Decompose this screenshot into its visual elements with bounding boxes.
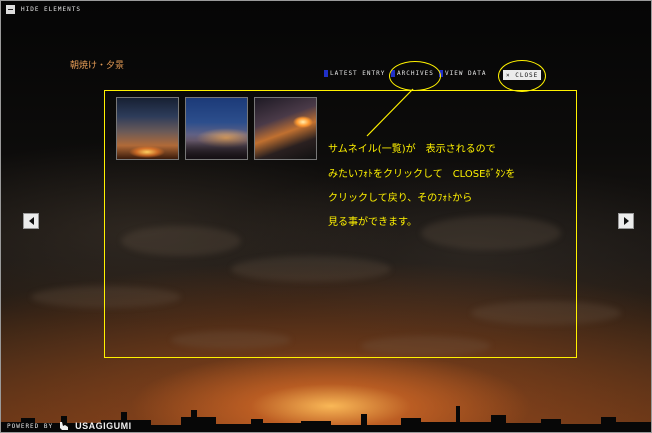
hide-elements-label: HIDE ELEMENTS: [21, 6, 81, 13]
thumbnail-sunset-clouds[interactable]: [116, 97, 179, 160]
thumbnail-highway-sunset[interactable]: [254, 97, 317, 160]
thumbnail-city-dusk[interactable]: [185, 97, 248, 160]
viewer-stage: HIDE ELEMENTS 朝焼け・夕景 LATEST ENTRY ARCHIV…: [0, 0, 652, 433]
footer: POWERED BY USAGIGUMI: [7, 421, 132, 431]
thumbnail-list: [116, 97, 317, 160]
archives-highlight-oval: [389, 61, 441, 91]
left-arrow-icon: [28, 217, 34, 225]
annotation-line-4: 見る事ができます。: [328, 217, 417, 228]
annotation-line-3: クリックして戻り、そのﾌｫﾄから: [328, 193, 473, 204]
next-button[interactable]: [618, 213, 634, 229]
nav-bullet-icon: [324, 70, 328, 77]
latest-entry-link[interactable]: LATEST ENTRY: [324, 70, 385, 77]
right-arrow-icon: [623, 217, 629, 225]
previous-button[interactable]: [23, 213, 39, 229]
brand-logo[interactable]: USAGIGUMI: [75, 421, 132, 431]
close-highlight-oval: [498, 60, 546, 92]
minus-square-icon: [6, 5, 15, 14]
annotation-line-1: サムネイル(一覧)が 表示されるので: [328, 144, 496, 155]
view-data-label: VIEW DATA: [445, 70, 487, 77]
hide-elements-toggle[interactable]: HIDE ELEMENTS: [6, 5, 81, 14]
view-data-link[interactable]: VIEW DATA: [439, 70, 487, 77]
page-title: 朝焼け・夕景: [70, 61, 125, 71]
powered-by-label: POWERED BY: [7, 422, 54, 430]
rabbit-logo-icon: [60, 421, 69, 430]
latest-entry-label: LATEST ENTRY: [330, 70, 386, 77]
annotation-line-2: みたいﾌｫﾄをクリックして CLOSEﾎﾞﾀﾝを: [328, 169, 516, 180]
